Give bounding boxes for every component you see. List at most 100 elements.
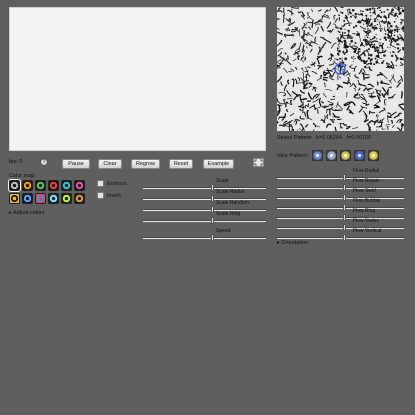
pattern-spot <box>355 33 358 36</box>
reset-button[interactable]: Reset <box>169 159 193 169</box>
pattern-spot <box>357 20 361 24</box>
pattern-spot <box>380 11 383 14</box>
color-map-swatch-lime[interactable] <box>61 193 72 204</box>
emboss-checkbox[interactable] <box>97 180 104 187</box>
f-value: f=0.06100 <box>346 135 372 141</box>
pattern-spot <box>375 27 378 30</box>
orientation-toggle[interactable]: ▸ Orientation <box>277 240 308 246</box>
pattern-map[interactable] <box>277 7 404 131</box>
slider-thumb[interactable] <box>210 234 214 241</box>
color-map-swatch-teal[interactable] <box>61 180 72 191</box>
color-map-swatch-rainbow[interactable] <box>35 193 46 204</box>
slider-thumb[interactable] <box>343 204 347 211</box>
example-button[interactable]: Example <box>203 159 234 169</box>
disclosure-triangle-icon: ▸ <box>277 240 280 246</box>
pattern-spot <box>342 61 345 65</box>
pattern-spot <box>352 61 354 63</box>
vary-pattern-button-3[interactable] <box>340 150 351 161</box>
pattern-spot <box>341 11 344 15</box>
slider-thumb[interactable] <box>343 234 347 241</box>
pattern-spot <box>381 61 384 65</box>
pattern-spot <box>370 15 372 17</box>
pattern-spot <box>348 8 351 11</box>
pattern-spot <box>373 10 376 13</box>
vary-pattern-button-5[interactable] <box>368 150 379 161</box>
slider-thumb[interactable] <box>343 224 347 231</box>
pattern-spot <box>357 33 361 36</box>
slider-thumb[interactable] <box>343 184 347 191</box>
k-value: k=0.06264 <box>316 135 342 141</box>
slider-thumb[interactable] <box>343 194 347 201</box>
slider-track[interactable] <box>277 204 404 211</box>
pattern-spot <box>343 39 347 43</box>
slider-thumb[interactable] <box>343 174 347 181</box>
help-button[interactable]: ? <box>40 158 48 166</box>
color-map-swatch-pink[interactable] <box>74 180 85 191</box>
pattern-spot <box>341 57 343 59</box>
slider-thumb[interactable] <box>210 184 214 191</box>
slider-track[interactable] <box>277 224 404 231</box>
color-map-swatch-orange[interactable] <box>22 180 33 191</box>
pause-button[interactable]: Pause <box>62 159 90 169</box>
vary-pattern-button-1[interactable] <box>312 150 323 161</box>
vary-pattern-label: Vary Pattern: <box>277 153 309 159</box>
color-map-swatch-yellow[interactable] <box>9 193 20 204</box>
slider-track[interactable] <box>143 184 266 191</box>
slider-track[interactable] <box>277 214 404 221</box>
vary-pattern-button-2[interactable] <box>326 150 337 161</box>
pattern-spot <box>384 33 387 35</box>
pattern-spot <box>358 48 361 51</box>
slider-track[interactable] <box>143 206 266 213</box>
pattern-spot <box>347 34 350 37</box>
color-map-swatch-blue[interactable] <box>22 193 33 204</box>
slider-thumb[interactable] <box>343 214 347 221</box>
slider-track[interactable] <box>277 184 404 191</box>
pattern-spot <box>354 12 357 16</box>
pattern-spot <box>381 20 384 22</box>
pattern-spot <box>348 24 351 27</box>
fullscreen-button[interactable] <box>253 158 264 167</box>
slider-thumb[interactable] <box>210 195 214 202</box>
pattern-spot <box>384 38 388 41</box>
slider-track[interactable] <box>143 234 266 241</box>
pattern-spot <box>361 41 363 44</box>
pattern-stroke <box>307 100 312 103</box>
pattern-spot <box>364 65 367 69</box>
pattern-spot <box>356 52 358 55</box>
pattern-spot <box>355 24 358 28</box>
slider-track[interactable] <box>277 174 404 181</box>
color-map-swatch-red[interactable] <box>48 180 59 191</box>
pattern-spot <box>349 66 351 68</box>
pattern-spot <box>378 27 381 29</box>
color-map-swatch-cyan[interactable] <box>48 193 59 204</box>
slider-label: Scale Random <box>216 200 249 206</box>
pattern-spot <box>387 33 389 36</box>
pattern-spot <box>369 62 373 65</box>
slider-track[interactable] <box>143 217 266 224</box>
slider-thumb[interactable] <box>210 217 214 224</box>
pattern-spot <box>379 29 382 32</box>
color-map-swatch-brown[interactable] <box>74 193 85 204</box>
color-map-swatch-green[interactable] <box>35 180 46 191</box>
slider-track[interactable] <box>277 194 404 201</box>
color-map-swatch-gray[interactable] <box>8 179 21 192</box>
pattern-spot <box>370 58 373 61</box>
adjust-colors-toggle[interactable]: ▸ Adjust colors <box>9 210 45 216</box>
slider-label: Scale Radial <box>216 189 245 195</box>
invert-checkbox[interactable] <box>97 192 104 199</box>
regrow-button[interactable]: Regrow <box>131 159 160 169</box>
pattern-spot <box>360 10 362 12</box>
vary-pattern-button-4[interactable] <box>354 150 365 161</box>
pattern-stroke <box>307 12 309 16</box>
simulation-canvas[interactable] <box>9 7 266 151</box>
pattern-spot <box>387 36 390 39</box>
slider-label: Flow Swirl <box>353 188 376 194</box>
pattern-spot <box>344 14 347 17</box>
pattern-spot <box>338 49 341 53</box>
clear-button[interactable]: Clear <box>98 159 122 169</box>
pattern-spot <box>338 46 340 48</box>
slider-thumb[interactable] <box>210 206 214 213</box>
pattern-spot <box>341 65 343 68</box>
slider-track[interactable] <box>277 234 404 241</box>
pattern-spot <box>391 9 394 12</box>
